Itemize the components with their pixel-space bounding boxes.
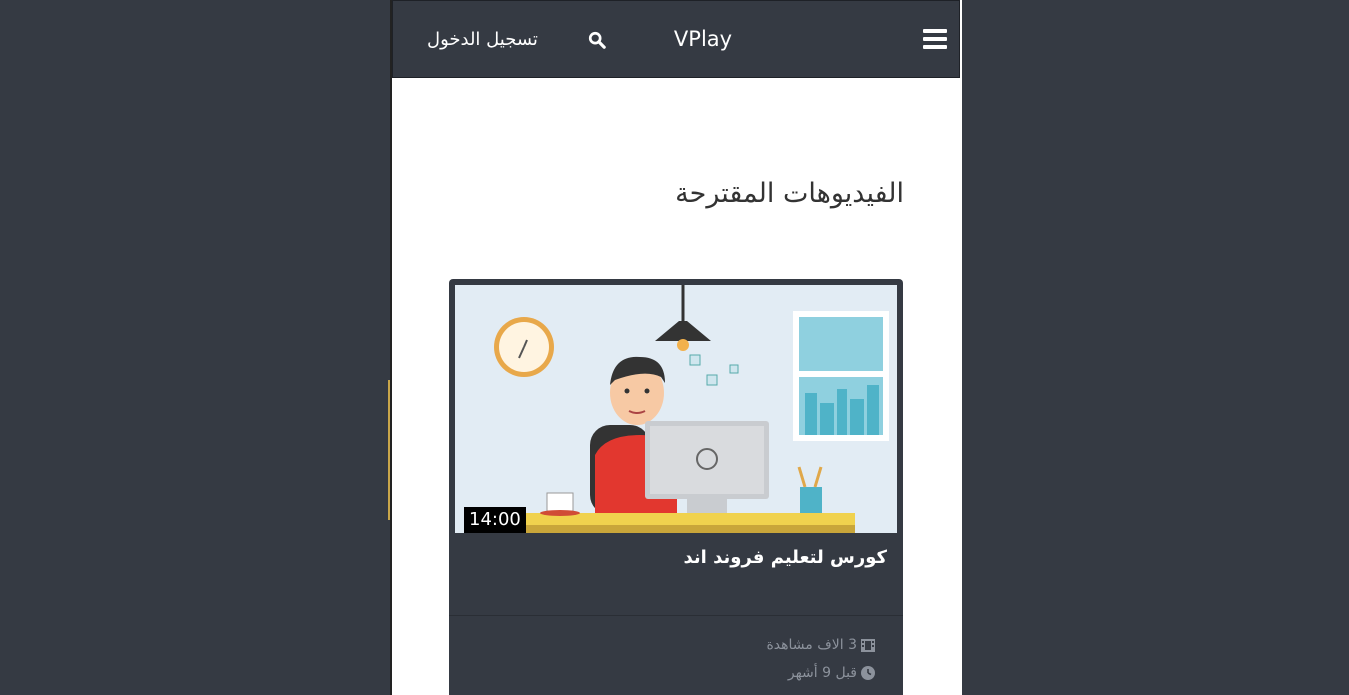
video-date-text: قبل 9 أشهر <box>787 665 857 681</box>
hamburger-menu-icon[interactable] <box>923 29 947 51</box>
video-date: قبل 9 أشهر <box>788 665 875 681</box>
section-title: الفيديوهات المقترحة <box>675 178 904 209</box>
video-thumbnail[interactable]: 14:00 <box>455 285 897 533</box>
video-card[interactable]: 14:00 كورس لتعليم فروند اند 3 الاف مشاهد… <box>449 279 903 695</box>
video-views: 3 الاف مشاهدة <box>766 637 875 653</box>
thumbnail-illustration <box>455 285 897 533</box>
navbar: تسجيل الدخول VPlay <box>392 0 960 78</box>
search-icon[interactable] <box>588 31 606 49</box>
card-divider <box>449 615 903 616</box>
video-views-text: 3 الاف مشاهدة <box>766 637 857 653</box>
mobile-viewport: تسجيل الدخول VPlay الفيديوهات المقترحة 1… <box>390 0 962 695</box>
clock-icon <box>861 666 875 680</box>
film-icon <box>861 638 875 652</box>
login-link[interactable]: تسجيل الدخول <box>427 29 538 50</box>
video-duration-badge: 14:00 <box>464 507 526 533</box>
brand-logo[interactable]: VPlay <box>674 27 732 51</box>
video-title[interactable]: كورس لتعليم فروند اند <box>684 547 887 568</box>
